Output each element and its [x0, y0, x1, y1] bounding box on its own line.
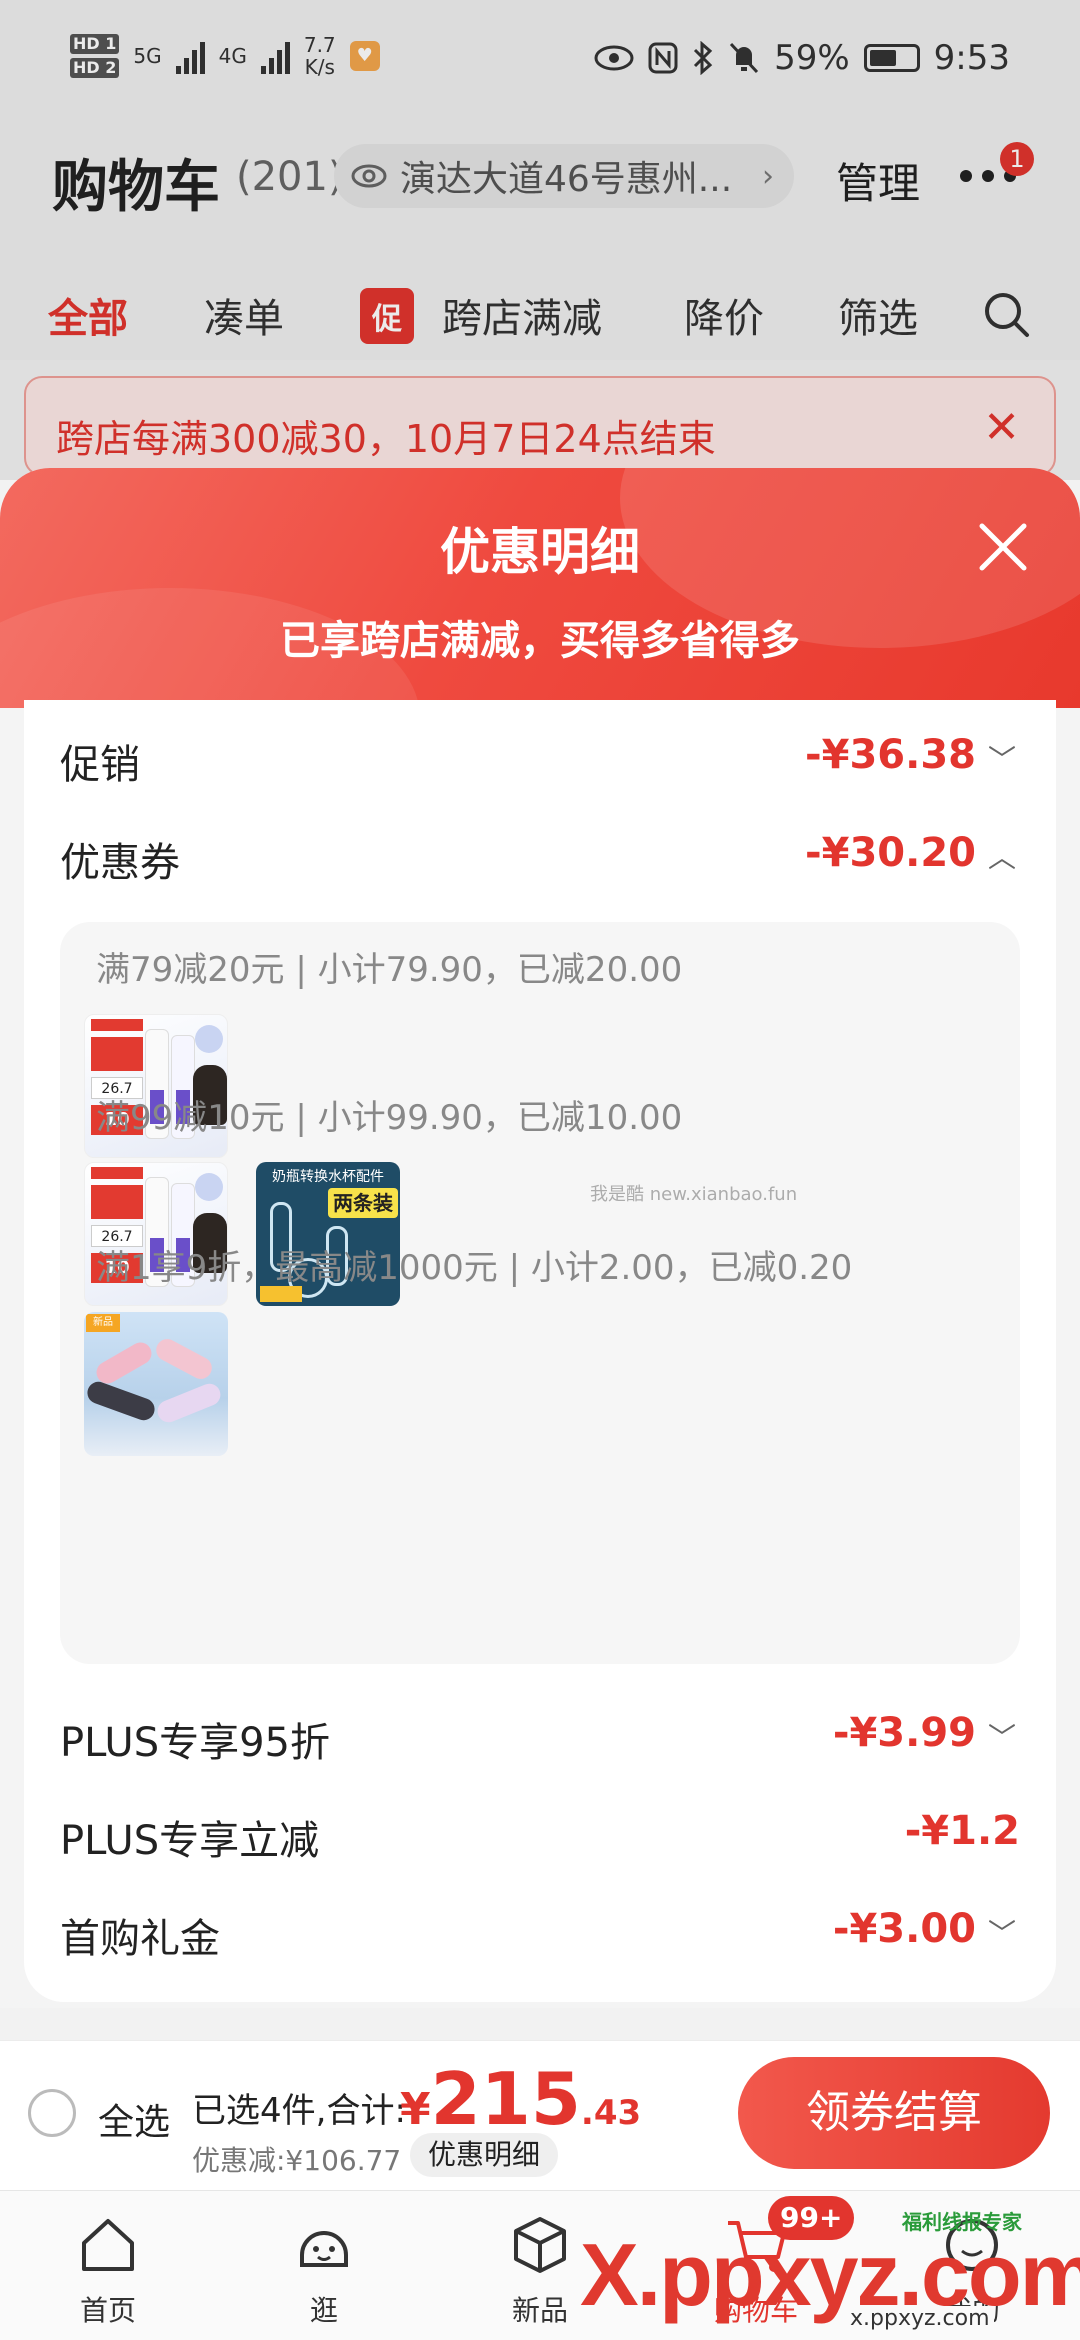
seal-badge — [195, 1025, 223, 1053]
product-claim — [91, 1185, 143, 1219]
row-amount: -¥1.2 — [904, 1808, 1020, 1854]
chevron-up-icon: ︿ — [987, 841, 1016, 874]
checkout-button[interactable]: 领券结算 — [738, 2057, 1050, 2169]
sheet-header: 优惠明细 已享跨店满减，买得多省得多 — [0, 468, 1080, 848]
site-watermark-badge: 福利线报专家 — [902, 2210, 1022, 2234]
product-thumbnail[interactable]: 新品 — [84, 1312, 228, 1456]
total-price: ¥ 215 .43 — [400, 2057, 641, 2141]
row-plus-instant: PLUS专享立减 -¥1.2 — [60, 1800, 1020, 1870]
sleeve-shape — [154, 1380, 224, 1426]
row-plus-95[interactable]: PLUS专享95折 -¥3.99 ﹀ — [60, 1702, 1020, 1772]
sheet-title: 优惠明细 — [440, 523, 640, 581]
chevron-down-icon: ﹀ — [987, 1721, 1016, 1754]
row-label: 优惠券 — [60, 840, 180, 886]
row-label: 首购礼金 — [60, 1916, 220, 1962]
product-title: 奶瓶转换水杯配件 — [272, 1169, 384, 1185]
product-tag: 两条装 — [328, 1188, 398, 1218]
coupon-group-title: 满99减10元 | 小计99.90，已减10.00 — [96, 1098, 683, 1138]
select-all-label[interactable]: 全选 — [98, 2093, 170, 2145]
tab-home[interactable]: 首页 — [48, 2209, 168, 2329]
seal-badge — [195, 1173, 223, 1201]
row-label: PLUS专享95折 — [60, 1720, 330, 1766]
home-icon — [82, 2219, 134, 2271]
backdrop[interactable] — [0, 0, 1080, 480]
select-all-radio[interactable] — [28, 2089, 76, 2137]
brand-logo — [91, 1019, 143, 1031]
sleeve-shape — [152, 1335, 216, 1383]
row-amount: -¥3.00 — [832, 1906, 976, 1952]
sleeve-shape — [92, 1338, 156, 1388]
total-integer: 215 — [430, 2057, 581, 2141]
checkout-bar: 全选 已选4件,合计: ¥ 215 .43 优惠减:¥106.77 优惠明细 领… — [0, 2040, 1080, 2190]
coupon-group-title: 满79减20元 | 小计79.90，已减20.00 — [96, 950, 683, 990]
chevron-down-icon: ﹀ — [987, 1917, 1016, 1950]
row-amount: -¥30.20 — [805, 830, 976, 876]
sheet-body: 促销 -¥36.38 ﹀ 优惠券 -¥30.20 ︿ 满79减20元 | 小计7… — [24, 700, 1056, 2002]
discount-detail-button[interactable]: 优惠明细 — [410, 2133, 559, 2177]
watermark: 我是酷 new.xianbao.fun — [590, 1184, 798, 1205]
sheet-subtitle: 已享跨店满减，买得多省得多 — [280, 618, 800, 664]
tab-label: 首页 — [79, 2294, 136, 2327]
site-watermark-url: x.ppxyz.com — [846, 2306, 994, 2331]
row-promotion[interactable]: 促销 -¥36.38 ﹀ — [60, 724, 1020, 794]
discount-detail-sheet: 优惠明细 已享跨店满减，买得多省得多 促销 -¥36.38 ﹀ 优惠券 -¥30… — [0, 468, 1080, 2008]
row-amount: -¥36.38 — [805, 732, 976, 778]
sleeve-shape — [84, 1378, 158, 1424]
row-label: PLUS专享立减 — [60, 1818, 320, 1864]
coupon-group-title: 满1享9折，最高减1000元 | 小计2.00，已减0.20 — [96, 1248, 853, 1288]
row-first-gift[interactable]: 首购礼金 -¥3.00 ﹀ — [60, 1898, 1020, 1968]
close-icon[interactable] — [976, 520, 1030, 574]
site-watermark: X.ppxyz.com — [580, 2225, 1080, 2324]
mascot-icon — [300, 2231, 348, 2267]
chevron-down-icon: ﹀ — [987, 743, 1016, 776]
brand-logo — [91, 1167, 143, 1179]
row-amount: -¥3.99 — [832, 1710, 976, 1756]
row-label: 促销 — [60, 742, 140, 788]
coupon-detail-box: 满79减20元 | 小计79.90，已减20.00 26.7 10 满99减10… — [60, 922, 1020, 1664]
row-coupon[interactable]: 优惠券 -¥30.20 ︿ — [60, 822, 1020, 892]
total-decimal: .43 — [580, 2093, 642, 2133]
product-claim — [91, 1037, 143, 1071]
tab-browse[interactable]: 逛 — [264, 2209, 384, 2329]
box-icon — [514, 2217, 566, 2273]
new-tag: 新品 — [86, 1314, 120, 1332]
discount-amount: 优惠减:¥106.77 — [192, 2144, 402, 2177]
selection-summary: 已选4件,合计: — [192, 2091, 406, 2131]
currency-symbol: ¥ — [400, 2084, 431, 2135]
tab-label: 逛 — [309, 2294, 338, 2327]
